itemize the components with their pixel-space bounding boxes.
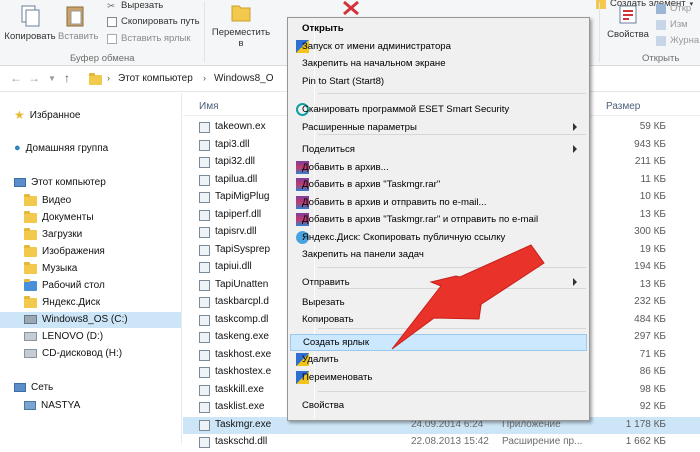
red-arrow-annotation [391, 244, 545, 350]
